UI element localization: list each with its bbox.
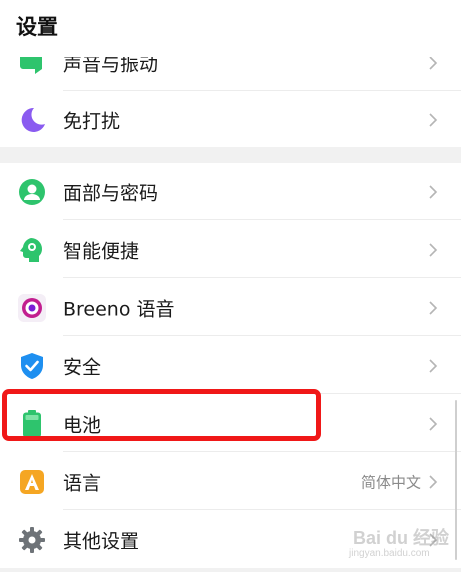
breeno-icon bbox=[17, 293, 47, 323]
watermark-url: jingyan.baidu.com bbox=[349, 548, 430, 559]
moon-icon bbox=[17, 105, 47, 135]
settings-item-smart-convenience[interactable]: 智能便捷 bbox=[0, 221, 461, 278]
settings-item-label: 智能便捷 bbox=[63, 240, 140, 262]
settings-item-breeno-voice[interactable]: Breeno 语音 bbox=[0, 279, 461, 336]
language-current-value: 简体中文 bbox=[360, 473, 421, 491]
settings-item-do-not-disturb[interactable]: 免打扰 bbox=[0, 91, 461, 148]
watermark-brand: Bai du 经验 bbox=[353, 528, 450, 548]
page-title: 设置 bbox=[16, 15, 58, 39]
divider bbox=[63, 335, 461, 336]
settings-item-face-password[interactable]: 面部与密码 bbox=[0, 163, 461, 220]
chevron-right-icon bbox=[427, 111, 439, 129]
chevron-right-icon bbox=[427, 473, 439, 491]
scrollbar[interactable] bbox=[455, 400, 457, 560]
top-bar: 设置 bbox=[0, 0, 461, 57]
settings-item-label: 语言 bbox=[63, 472, 102, 494]
settings-item-label: 其他设置 bbox=[63, 530, 140, 552]
divider bbox=[63, 219, 461, 220]
shield-icon bbox=[17, 351, 47, 381]
settings-item-label: 免打扰 bbox=[63, 110, 121, 132]
chevron-right-icon bbox=[427, 357, 439, 375]
section-divider bbox=[0, 147, 461, 163]
settings-item-security[interactable]: 安全 bbox=[0, 337, 461, 394]
settings-item-language[interactable]: 语言 简体中文 bbox=[0, 453, 461, 510]
gear-icon bbox=[17, 525, 47, 555]
smart-head-icon bbox=[17, 235, 47, 265]
settings-item-label: 面部与密码 bbox=[63, 182, 159, 204]
chevron-right-icon bbox=[427, 415, 439, 433]
watermark: Bai du 经验 jingyan.baidu.com bbox=[347, 522, 450, 566]
settings-item-label: 安全 bbox=[63, 356, 102, 378]
divider bbox=[63, 509, 461, 510]
chevron-right-icon bbox=[427, 183, 439, 201]
language-icon bbox=[17, 467, 47, 497]
chevron-right-icon bbox=[427, 241, 439, 259]
bottom-edge bbox=[0, 568, 461, 572]
face-lock-icon bbox=[17, 177, 47, 207]
highlight-annotation-box bbox=[2, 389, 321, 441]
chevron-right-icon bbox=[427, 299, 439, 317]
divider bbox=[63, 451, 461, 452]
settings-item-label: Breeno 语音 bbox=[63, 298, 175, 320]
divider bbox=[63, 277, 461, 278]
